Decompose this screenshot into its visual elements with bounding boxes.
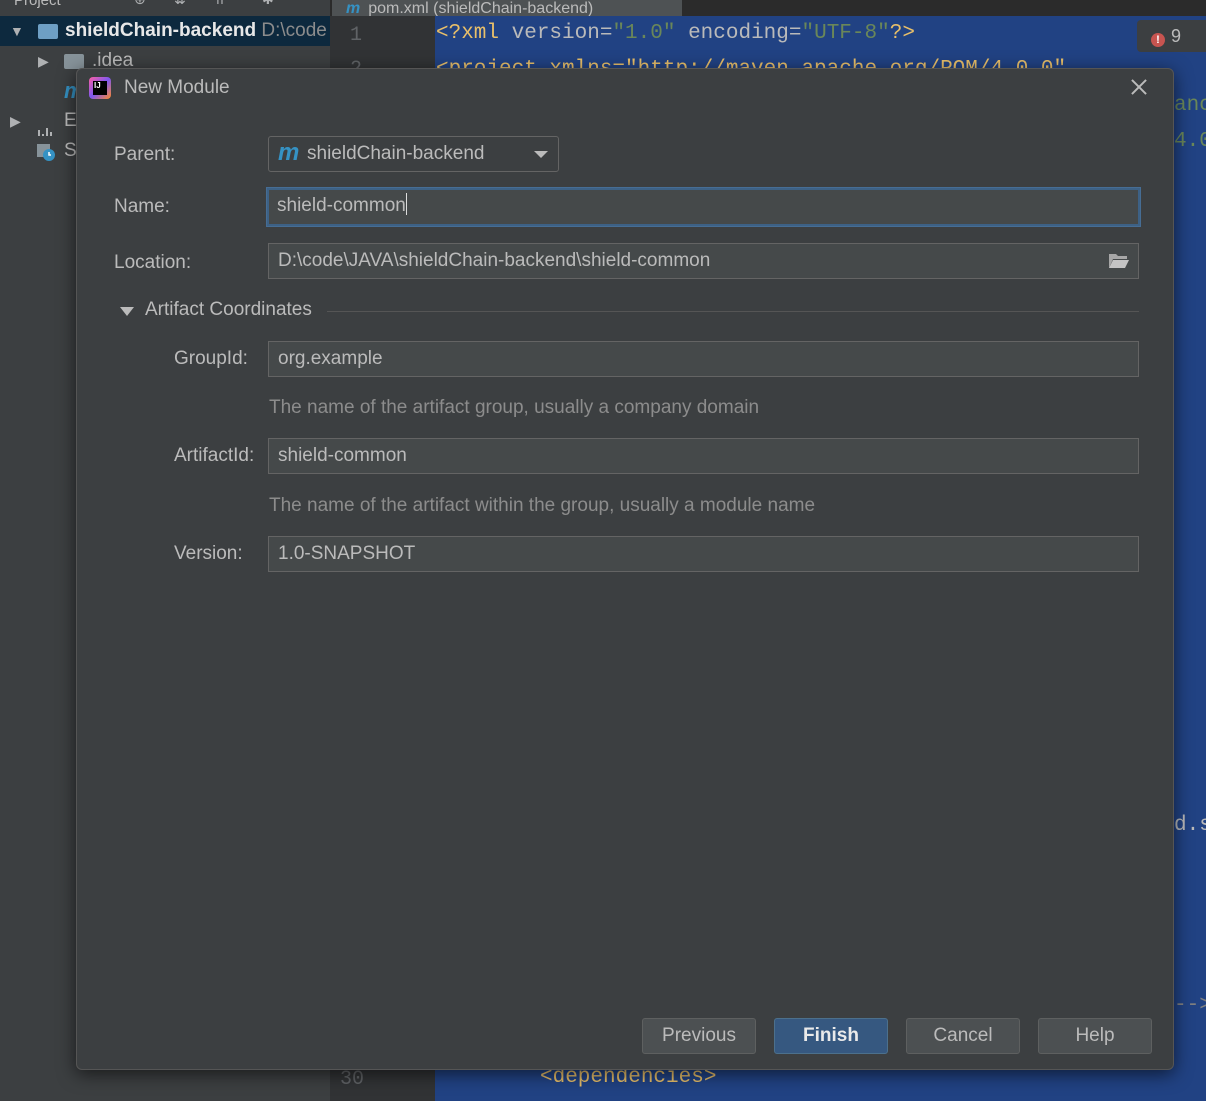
finish-button[interactable]: Finish bbox=[774, 1018, 888, 1054]
section-divider bbox=[327, 311, 1139, 312]
parent-select[interactable]: m shieldChain-backend bbox=[268, 136, 559, 172]
groupid-hint: The name of the artifact group, usually … bbox=[269, 397, 760, 418]
xml-value: "1.0" bbox=[612, 22, 676, 45]
line-number: 1 bbox=[350, 24, 363, 47]
version-input-value: 1.0-SNAPSHOT bbox=[278, 543, 416, 564]
scratches-icon bbox=[37, 144, 55, 161]
tree-item-label: S bbox=[64, 140, 77, 161]
root-project-name: shieldChain-backend bbox=[65, 20, 257, 41]
code-fragment: d.s bbox=[1174, 814, 1206, 837]
artifactid-label: ArtifactId: bbox=[174, 445, 255, 466]
cancel-button[interactable]: Cancel bbox=[906, 1018, 1020, 1054]
collapse-toggle-icon[interactable] bbox=[120, 307, 134, 316]
version-label: Version: bbox=[174, 543, 243, 564]
folder-open-icon[interactable] bbox=[1108, 252, 1130, 269]
previous-button[interactable]: Previous bbox=[642, 1018, 756, 1054]
help-button[interactable]: Help bbox=[1038, 1018, 1152, 1054]
libraries-icon bbox=[38, 114, 58, 136]
xml-attr: version= bbox=[511, 22, 613, 45]
code-fragment: 4.0 bbox=[1174, 130, 1206, 153]
text-caret bbox=[405, 193, 407, 215]
error-count: 9 bbox=[1171, 26, 1182, 46]
artifact-coordinates-section: Artifact Coordinates bbox=[117, 297, 1139, 327]
name-input[interactable]: shield-common bbox=[267, 188, 1140, 226]
name-input-value: shield-common bbox=[277, 195, 406, 216]
chevron-down-icon[interactable]: ▼ bbox=[10, 16, 24, 46]
groupid-label: GroupId: bbox=[174, 348, 248, 369]
collapse-all-icon[interactable]: ⇊ bbox=[174, 0, 190, 6]
code-fragment: --> bbox=[1174, 994, 1206, 1017]
folder-icon bbox=[38, 24, 58, 39]
chevron-down-icon bbox=[534, 151, 548, 158]
code-fragment: anc bbox=[1174, 94, 1206, 117]
tab-label: pom.xml (shieldChain-backend) bbox=[368, 0, 594, 17]
dialog-title: New Module bbox=[124, 77, 230, 98]
location-input-value: D:\code\JAVA\shieldChain-backend\shield-… bbox=[278, 250, 711, 271]
name-label: Name: bbox=[114, 196, 170, 217]
artifactid-input[interactable]: shield-common bbox=[268, 438, 1139, 474]
code-line-2[interactable]: <project xmlns="http://maven.apache.org/… bbox=[436, 58, 1066, 68]
maven-icon: m bbox=[278, 139, 300, 166]
close-icon[interactable] bbox=[1127, 75, 1151, 99]
locate-icon[interactable]: ⊕ bbox=[134, 0, 150, 6]
artifactid-input-value: shield-common bbox=[278, 445, 407, 466]
error-icon: ! bbox=[1151, 33, 1165, 47]
groupid-input[interactable]: org.example bbox=[268, 341, 1139, 377]
tree-item-label: E bbox=[64, 110, 77, 131]
maven-icon: m bbox=[346, 0, 361, 17]
line-number: 2 bbox=[350, 58, 362, 68]
line-number: 30 bbox=[340, 1068, 365, 1091]
tree-item-root[interactable]: ▼ shieldChain-backend D:\code bbox=[0, 16, 330, 46]
code-line-1[interactable]: <?xml version="1.0" encoding="UTF-8"?> bbox=[436, 22, 915, 45]
chevron-right-icon[interactable]: ▶ bbox=[38, 46, 49, 76]
xml-attr: encoding= bbox=[675, 22, 802, 45]
gear-icon[interactable]: ✱ bbox=[262, 0, 278, 6]
xml-value: "UTF-8" bbox=[801, 22, 890, 45]
groupid-input-value: org.example bbox=[278, 348, 383, 369]
intellij-logo-icon: IJ bbox=[89, 77, 111, 99]
location-label: Location: bbox=[114, 252, 192, 273]
artifactid-hint: The name of the artifact within the grou… bbox=[269, 495, 816, 516]
parent-select-value: shieldChain-backend bbox=[307, 143, 485, 164]
xml-decl-close: ?> bbox=[889, 22, 915, 45]
parent-label: Parent: bbox=[114, 144, 176, 165]
new-module-dialog: IJ New Module Parent: m shieldChain-back… bbox=[76, 68, 1174, 1070]
expand-all-icon[interactable]: ⇈ bbox=[214, 0, 230, 6]
section-title[interactable]: Artifact Coordinates bbox=[145, 299, 312, 321]
root-project-path: D:\code bbox=[261, 20, 327, 41]
chevron-right-icon[interactable]: ▶ bbox=[10, 106, 21, 136]
location-input[interactable]: D:\code\JAVA\shieldChain-backend\shield-… bbox=[268, 243, 1139, 279]
version-input[interactable]: 1.0-SNAPSHOT bbox=[268, 536, 1139, 572]
folder-icon bbox=[64, 54, 84, 69]
error-indicator[interactable]: ! 9 bbox=[1137, 20, 1206, 52]
project-toolbar-title[interactable]: Project bbox=[14, 0, 61, 9]
xml-decl-open: <?xml bbox=[436, 22, 512, 45]
project-toolbar: Project ⊕ ⇊ ⇈ ✱ bbox=[0, 0, 330, 10]
